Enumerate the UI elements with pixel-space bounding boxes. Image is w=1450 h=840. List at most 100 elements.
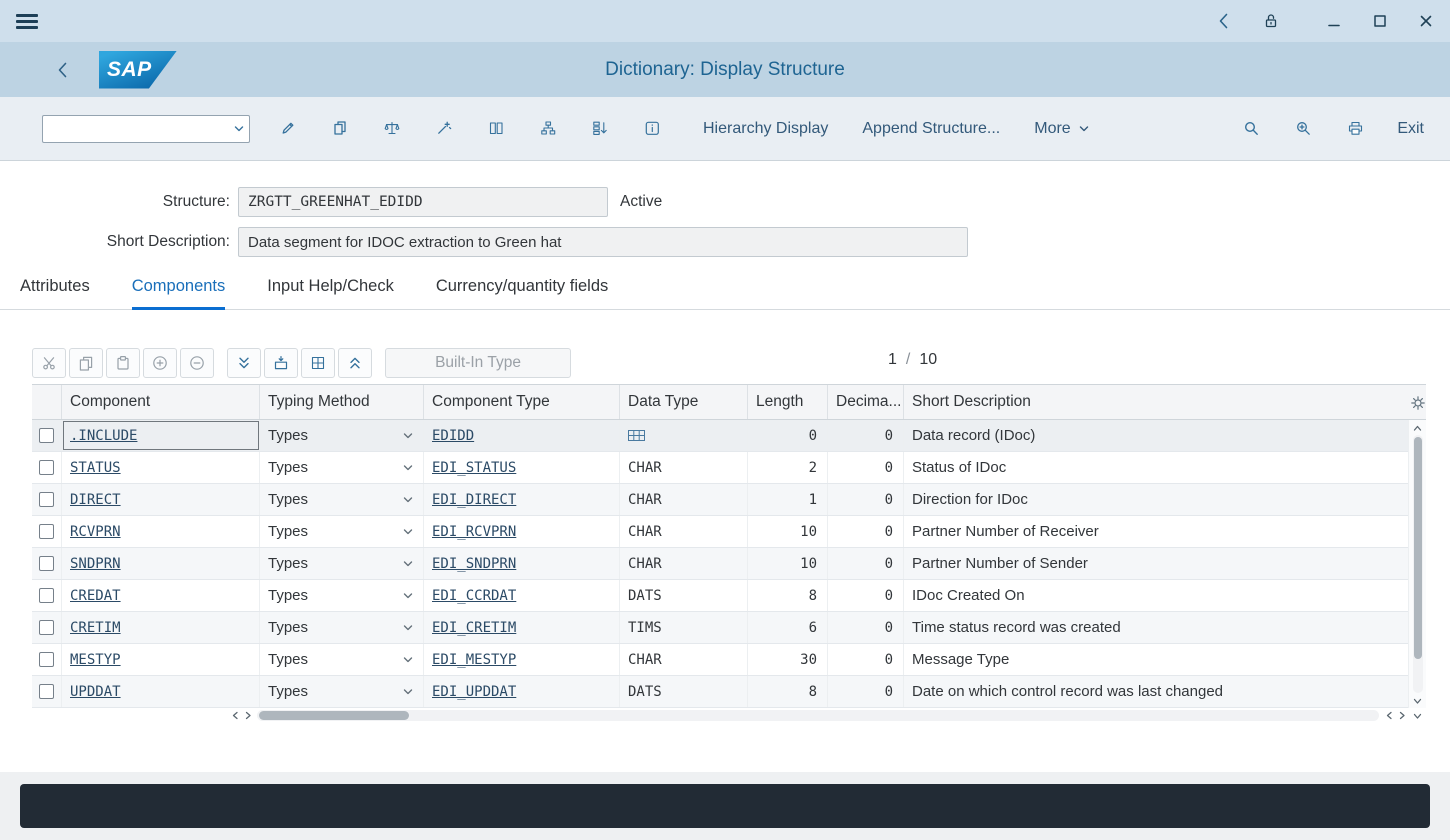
component-type-link[interactable]: EDI_CCRDAT [432, 588, 516, 604]
chevron-down-icon[interactable] [233, 123, 245, 134]
table-row[interactable]: UPDDAT Types EDI_UPDDAT DATS 8 0 Date on… [32, 676, 1408, 708]
typing-method-select[interactable]: Types [260, 452, 424, 483]
information-icon[interactable] [634, 111, 670, 147]
row-checkbox[interactable] [39, 620, 54, 635]
typing-method-select[interactable]: Types [260, 484, 424, 515]
header-component-type[interactable]: Component Type [424, 385, 620, 419]
scroll-left-icon[interactable] [228, 709, 241, 722]
scroll-down-icon[interactable] [1409, 693, 1426, 708]
component-type-link[interactable]: EDI_SNDPRN [432, 556, 516, 572]
table-row[interactable]: STATUS Types EDI_STATUS CHAR 2 0 Status … [32, 452, 1408, 484]
component-link[interactable]: CRETIM [70, 620, 121, 636]
row-checkbox[interactable] [39, 652, 54, 667]
remove-row-button[interactable] [180, 348, 214, 378]
hierarchy-display-button[interactable]: Hierarchy Display [703, 120, 828, 138]
close-icon[interactable] [1418, 13, 1434, 29]
where-used-scales-icon[interactable] [374, 111, 410, 147]
component-link[interactable]: SNDPRN [70, 556, 121, 572]
command-field[interactable] [42, 115, 250, 143]
header-decimals[interactable]: Decima... [828, 385, 904, 419]
typing-method-select[interactable]: Types [260, 580, 424, 611]
paste-button[interactable] [106, 348, 140, 378]
component-link[interactable]: UPDDAT [70, 684, 121, 700]
table-row[interactable]: CRETIM Types EDI_CRETIM TIMS 6 0 Time st… [32, 612, 1408, 644]
row-checkbox[interactable] [39, 428, 54, 443]
hierarchy-icon[interactable] [530, 111, 566, 147]
horizontal-scrollbar[interactable] [32, 708, 1408, 723]
copy-button[interactable] [69, 348, 103, 378]
cut-button[interactable] [32, 348, 66, 378]
back-icon[interactable] [54, 60, 71, 80]
header-component[interactable]: Component [62, 385, 260, 419]
typing-method-select[interactable]: Types [260, 612, 424, 643]
structure-field[interactable]: ZRGTT_GREENHAT_EDIDD [238, 187, 608, 217]
component-type-link[interactable]: EDI_CRETIM [432, 620, 516, 636]
search-icon[interactable] [1233, 111, 1269, 147]
header-length[interactable]: Length [748, 385, 828, 419]
component-type-link[interactable]: EDI_DIRECT [432, 492, 516, 508]
row-checkbox[interactable] [39, 524, 54, 539]
tab-attributes[interactable]: Attributes [20, 271, 90, 310]
scroll-down-icon[interactable] [1408, 708, 1426, 723]
print-icon[interactable] [1337, 111, 1373, 147]
scroll-right-icon[interactable] [241, 709, 254, 722]
row-checkbox[interactable] [39, 684, 54, 699]
append-structure-button[interactable]: Append Structure... [862, 120, 1000, 138]
vscroll-track[interactable] [1413, 435, 1423, 693]
component-type-link[interactable]: EDIDD [432, 428, 474, 444]
row-checkbox[interactable] [39, 588, 54, 603]
exit-button[interactable]: Exit [1397, 120, 1424, 138]
tab-input-help-check[interactable]: Input Help/Check [267, 271, 394, 310]
component-link[interactable]: RCVPRN [70, 524, 121, 540]
command-field-input[interactable] [43, 116, 233, 142]
hscroll-thumb[interactable] [259, 711, 409, 720]
table-row[interactable]: RCVPRN Types EDI_RCVPRN CHAR 10 0 Partne… [32, 516, 1408, 548]
sort-hierarchy-icon[interactable] [582, 111, 618, 147]
header-typing-method[interactable]: Typing Method [260, 385, 424, 419]
expand-all-button[interactable] [227, 348, 261, 378]
row-checkbox[interactable] [39, 460, 54, 475]
built-in-type-button[interactable]: Built-In Type [385, 348, 571, 378]
table-row[interactable]: MESTYP Types EDI_MESTYP CHAR 30 0 Messag… [32, 644, 1408, 676]
component-link[interactable]: DIRECT [70, 492, 121, 508]
table-row[interactable]: CREDAT Types EDI_CCRDAT DATS 8 0 IDoc Cr… [32, 580, 1408, 612]
search-more-icon[interactable] [1285, 111, 1321, 147]
unlock-icon[interactable] [1262, 12, 1280, 30]
component-type-link[interactable]: EDI_RCVPRN [432, 524, 516, 540]
more-menu-button[interactable]: More [1034, 120, 1089, 138]
collapse-all-button[interactable] [338, 348, 372, 378]
menu-icon[interactable] [16, 14, 38, 29]
insert-row-button[interactable] [264, 348, 298, 378]
short-description-field[interactable]: Data segment for IDOC extraction to Gree… [238, 227, 968, 257]
component-type-link[interactable]: EDI_MESTYP [432, 652, 516, 668]
scroll-right-icon[interactable] [1395, 709, 1408, 722]
component-link[interactable]: CREDAT [70, 588, 121, 604]
vscroll-thumb[interactable] [1414, 437, 1422, 659]
scroll-left-icon[interactable] [1382, 709, 1395, 722]
compare-icon[interactable] [478, 111, 514, 147]
header-short-description[interactable]: Short Description [904, 385, 1408, 419]
minimize-icon[interactable] [1326, 13, 1342, 29]
maximize-icon[interactable] [1372, 13, 1388, 29]
typing-method-select[interactable]: Types [260, 516, 424, 547]
component-type-link[interactable]: EDI_STATUS [432, 460, 516, 476]
table-row[interactable]: SNDPRN Types EDI_SNDPRN CHAR 10 0 Partne… [32, 548, 1408, 580]
scroll-up-icon[interactable] [1409, 420, 1426, 435]
typing-method-select[interactable]: Types [260, 644, 424, 675]
object-list-icon[interactable] [322, 111, 358, 147]
append-row-button[interactable] [301, 348, 335, 378]
chevron-left-icon[interactable] [1215, 11, 1232, 31]
hscroll-track[interactable] [257, 710, 1379, 721]
table-row[interactable]: .INCLUDE Types EDIDD 0 0 Data record (ID… [32, 420, 1408, 452]
typing-method-select[interactable]: Types [260, 548, 424, 579]
component-link[interactable]: STATUS [70, 460, 121, 476]
component-type-link[interactable]: EDI_UPDDAT [432, 684, 516, 700]
row-checkbox[interactable] [39, 492, 54, 507]
table-settings-gear-icon[interactable] [1408, 384, 1426, 420]
typing-method-select[interactable]: Types [260, 676, 424, 707]
edit-icon[interactable] [270, 111, 306, 147]
header-data-type[interactable]: Data Type [620, 385, 748, 419]
runtime-object-wand-icon[interactable] [426, 111, 462, 147]
component-link[interactable]: MESTYP [70, 652, 121, 668]
row-checkbox[interactable] [39, 556, 54, 571]
